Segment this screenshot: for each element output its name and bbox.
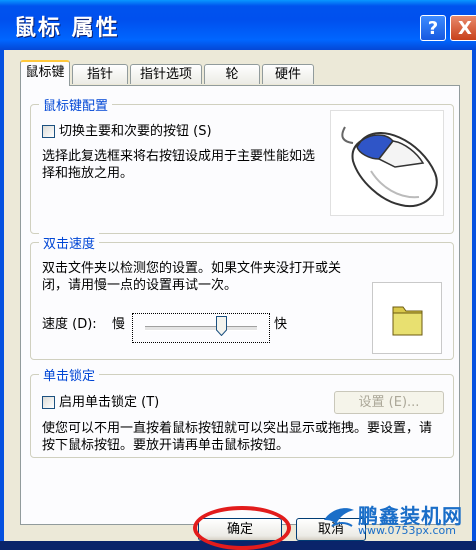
window-title: 鼠标 属性 <box>14 16 120 41</box>
test-folder-area[interactable] <box>372 282 442 354</box>
click-lock-checkbox[interactable] <box>42 396 55 409</box>
watermark: 鹏鑫装机网 www.0753px.com <box>322 500 476 541</box>
speed-label: 速度 (D): <box>42 317 97 332</box>
slider-track <box>145 326 257 331</box>
window-border-right <box>472 50 476 541</box>
fast-label: 快 <box>274 317 288 332</box>
double-click-description: 双击文件夹以检测您的设置。如果文件夹没打开或关闭，请用慢一点的设置再试一次。 <box>42 261 342 293</box>
title-bar: 鼠标 属性 ? X <box>0 0 476 50</box>
tab-hardware[interactable]: 硬件 <box>262 64 314 84</box>
tab-wheel[interactable]: 轮 <box>204 64 260 84</box>
click-lock-title: 单击锁定 <box>39 365 100 384</box>
click-lock-checkbox-row[interactable]: 启用单击锁定 (T) <box>42 394 159 411</box>
watermark-url: www.0753px.com <box>358 524 456 537</box>
click-lock-settings-button[interactable]: 设置 (E)... <box>334 391 444 414</box>
switch-buttons-checkbox-row[interactable]: 切换主要和次要的按钮 (S) <box>42 123 212 140</box>
switch-buttons-checkbox[interactable] <box>42 125 55 138</box>
window-border-left <box>0 50 4 541</box>
double-click-speed-slider[interactable] <box>132 313 270 343</box>
slider-thumb[interactable] <box>216 316 227 336</box>
button-config-description: 选择此复选框来将右按钮设成用于主要性能如选择和拖放之用。 <box>42 149 316 181</box>
bird-logo-icon <box>324 508 354 527</box>
close-button[interactable]: X <box>450 15 476 41</box>
switch-buttons-label: 切换主要和次要的按钮 (S) <box>59 124 212 139</box>
help-button[interactable]: ? <box>420 15 446 41</box>
mouse-properties-window: 鼠标 属性 ? X 鼠标键 指针 指针选项 轮 硬件 鼠标键配置 切换主要和次要… <box>0 0 476 550</box>
button-config-title: 鼠标键配置 <box>39 95 113 114</box>
tab-pointers[interactable]: 指针 <box>72 64 128 84</box>
click-lock-label: 启用单击锁定 (T) <box>59 395 160 410</box>
highlight-ring <box>193 506 291 550</box>
double-click-title: 双击速度 <box>39 233 100 252</box>
folder-icon[interactable] <box>373 283 441 353</box>
slow-label: 慢 <box>112 317 126 332</box>
mouse-icon <box>330 110 444 216</box>
click-lock-description: 使您可以不用一直按着鼠标按钮就可以突出显示或拖拽。要设置，请按下鼠标按钮。要放开… <box>42 421 433 453</box>
tab-buttons[interactable]: 鼠标键 <box>20 60 70 86</box>
tab-pointer-options[interactable]: 指针选项 <box>130 64 202 84</box>
